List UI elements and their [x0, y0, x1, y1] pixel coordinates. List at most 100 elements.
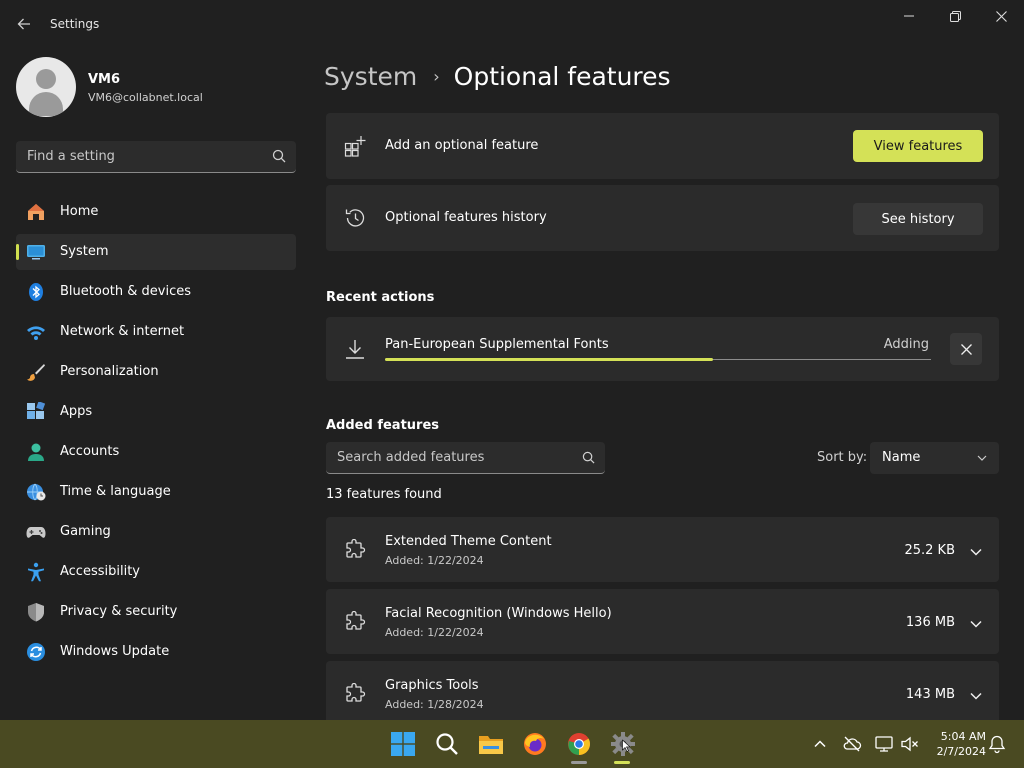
- cloud-offline-icon[interactable]: [842, 734, 862, 754]
- see-history-button[interactable]: See history: [853, 203, 983, 235]
- start-button[interactable]: [389, 730, 417, 758]
- sort-by-value: Name: [882, 450, 921, 465]
- chevron-down-icon[interactable]: [969, 617, 983, 631]
- history-icon: [345, 209, 365, 227]
- sidebar-item-label: Gaming: [60, 524, 111, 539]
- search-icon: [582, 451, 595, 464]
- close-icon: [995, 10, 1007, 22]
- sidebar-item-label: Time & language: [60, 484, 171, 499]
- view-features-button[interactable]: View features: [853, 130, 983, 162]
- chevron-down-icon[interactable]: [969, 689, 983, 703]
- sidebar-item-label: System: [60, 244, 109, 259]
- add-feature-card: Add an optional feature View features: [326, 113, 999, 179]
- sidebar-item-label: Home: [60, 204, 99, 219]
- volume-muted-icon[interactable]: [900, 734, 920, 754]
- bluetooth-icon: [29, 283, 43, 301]
- chevron-down-icon[interactable]: [969, 545, 983, 559]
- sidebar-item-home[interactable]: Home: [16, 194, 296, 230]
- clock-time: 5:04 AM: [940, 730, 986, 743]
- find-setting-input[interactable]: [16, 141, 266, 172]
- gamepad-icon: [26, 527, 46, 538]
- taskbar-chrome[interactable]: [565, 730, 593, 758]
- breadcrumb: System › Optional features: [324, 58, 671, 94]
- sidebar-item-personalization[interactable]: Personalization: [16, 354, 296, 390]
- brush-icon: [27, 364, 45, 381]
- add-feature-title: Add an optional feature: [385, 138, 539, 153]
- sidebar-item-accessibility[interactable]: Accessibility: [16, 554, 296, 590]
- feature-name: Graphics Tools: [385, 678, 479, 693]
- file-explorer-icon: [479, 736, 503, 754]
- feature-added-date: Added: 1/28/2024: [385, 698, 484, 711]
- feature-size: 25.2 KB: [904, 543, 955, 558]
- sidebar-item-label: Accounts: [60, 444, 120, 459]
- restore-button[interactable]: [932, 0, 978, 32]
- back-button[interactable]: [12, 12, 36, 36]
- user-profile[interactable]: VM6 VM6@collabnet.local: [16, 57, 296, 117]
- sort-by-label: Sort by:: [817, 450, 868, 465]
- sidebar-item-bluetooth[interactable]: Bluetooth & devices: [16, 274, 296, 310]
- sidebar-item-accounts[interactable]: Accounts: [16, 434, 296, 470]
- sidebar-item-time-language[interactable]: Time & language: [16, 474, 296, 510]
- sidebar-item-gaming[interactable]: Gaming: [16, 514, 296, 550]
- minimize-button[interactable]: [886, 0, 932, 32]
- clock-date: 2/7/2024: [936, 745, 986, 758]
- wifi-icon: [27, 326, 45, 340]
- page-title: Optional features: [453, 61, 671, 91]
- title-bar: Settings: [0, 0, 1024, 48]
- globe-clock-icon: [27, 483, 46, 501]
- find-setting-box[interactable]: [16, 141, 296, 173]
- network-icon[interactable]: [874, 734, 894, 754]
- taskbar-file-explorer[interactable]: [477, 730, 505, 758]
- taskbar-firefox[interactable]: [521, 730, 549, 758]
- firefox-icon: [524, 733, 546, 755]
- recent-actions-heading: Recent actions: [326, 290, 435, 305]
- settings-active-indicator: [614, 761, 630, 764]
- search-icon: [272, 149, 286, 163]
- added-features-heading: Added features: [326, 418, 440, 433]
- sidebar-item-apps[interactable]: Apps: [16, 394, 296, 430]
- chevron-up-icon[interactable]: [810, 734, 830, 754]
- sidebar-item-privacy[interactable]: Privacy & security: [16, 594, 296, 630]
- avatar-head: [36, 69, 56, 89]
- breadcrumb-parent[interactable]: System: [324, 62, 417, 91]
- taskbar-clock[interactable]: 5:04 AM 2/7/2024: [926, 729, 986, 759]
- feature-size: 136 MB: [905, 615, 955, 630]
- sidebar-item-label: Windows Update: [60, 644, 170, 659]
- feature-row[interactable]: Facial Recognition (Windows Hello) Added…: [326, 589, 999, 654]
- accessibility-icon: [28, 562, 44, 582]
- add-feature-icon: [344, 136, 366, 157]
- minimize-icon: [904, 15, 914, 17]
- avatar: [16, 57, 76, 117]
- close-icon: [960, 343, 972, 355]
- search-added-features-input[interactable]: [326, 442, 576, 473]
- taskbar-search-button[interactable]: [433, 730, 461, 758]
- sidebar-item-network[interactable]: Network & internet: [16, 314, 296, 350]
- windows-start-icon: [391, 732, 415, 756]
- restore-icon: [949, 10, 961, 22]
- apps-icon: [27, 402, 46, 419]
- feature-size: 143 MB: [905, 687, 955, 702]
- feature-row[interactable]: Graphics Tools Added: 1/28/2024 143 MB: [326, 661, 999, 720]
- history-card: Optional features history See history: [326, 185, 999, 251]
- feature-name: Extended Theme Content: [385, 534, 552, 549]
- sidebar-item-system[interactable]: System: [16, 234, 296, 270]
- puzzle-icon: [346, 611, 366, 630]
- feature-added-date: Added: 1/22/2024: [385, 626, 484, 639]
- sidebar-item-windows-update[interactable]: Windows Update: [16, 634, 296, 670]
- home-icon: [28, 204, 44, 220]
- progress-fill: [385, 358, 713, 361]
- taskbar-settings[interactable]: [609, 730, 637, 758]
- search-icon: [436, 733, 458, 755]
- close-button[interactable]: [978, 0, 1024, 32]
- feature-added-date: Added: 1/22/2024: [385, 554, 484, 567]
- feature-row[interactable]: Extended Theme Content Added: 1/22/2024 …: [326, 517, 999, 582]
- notification-bell-icon[interactable]: [987, 734, 1007, 754]
- progress-bar: [385, 358, 931, 361]
- cancel-install-button[interactable]: [950, 333, 982, 365]
- sidebar-item-label: Privacy & security: [60, 604, 178, 619]
- profile-email: VM6@collabnet.local: [88, 91, 203, 104]
- system-icon: [27, 245, 45, 260]
- search-added-features-box[interactable]: [326, 442, 605, 474]
- app-title: Settings: [50, 17, 100, 31]
- sort-by-select[interactable]: Name: [870, 442, 999, 474]
